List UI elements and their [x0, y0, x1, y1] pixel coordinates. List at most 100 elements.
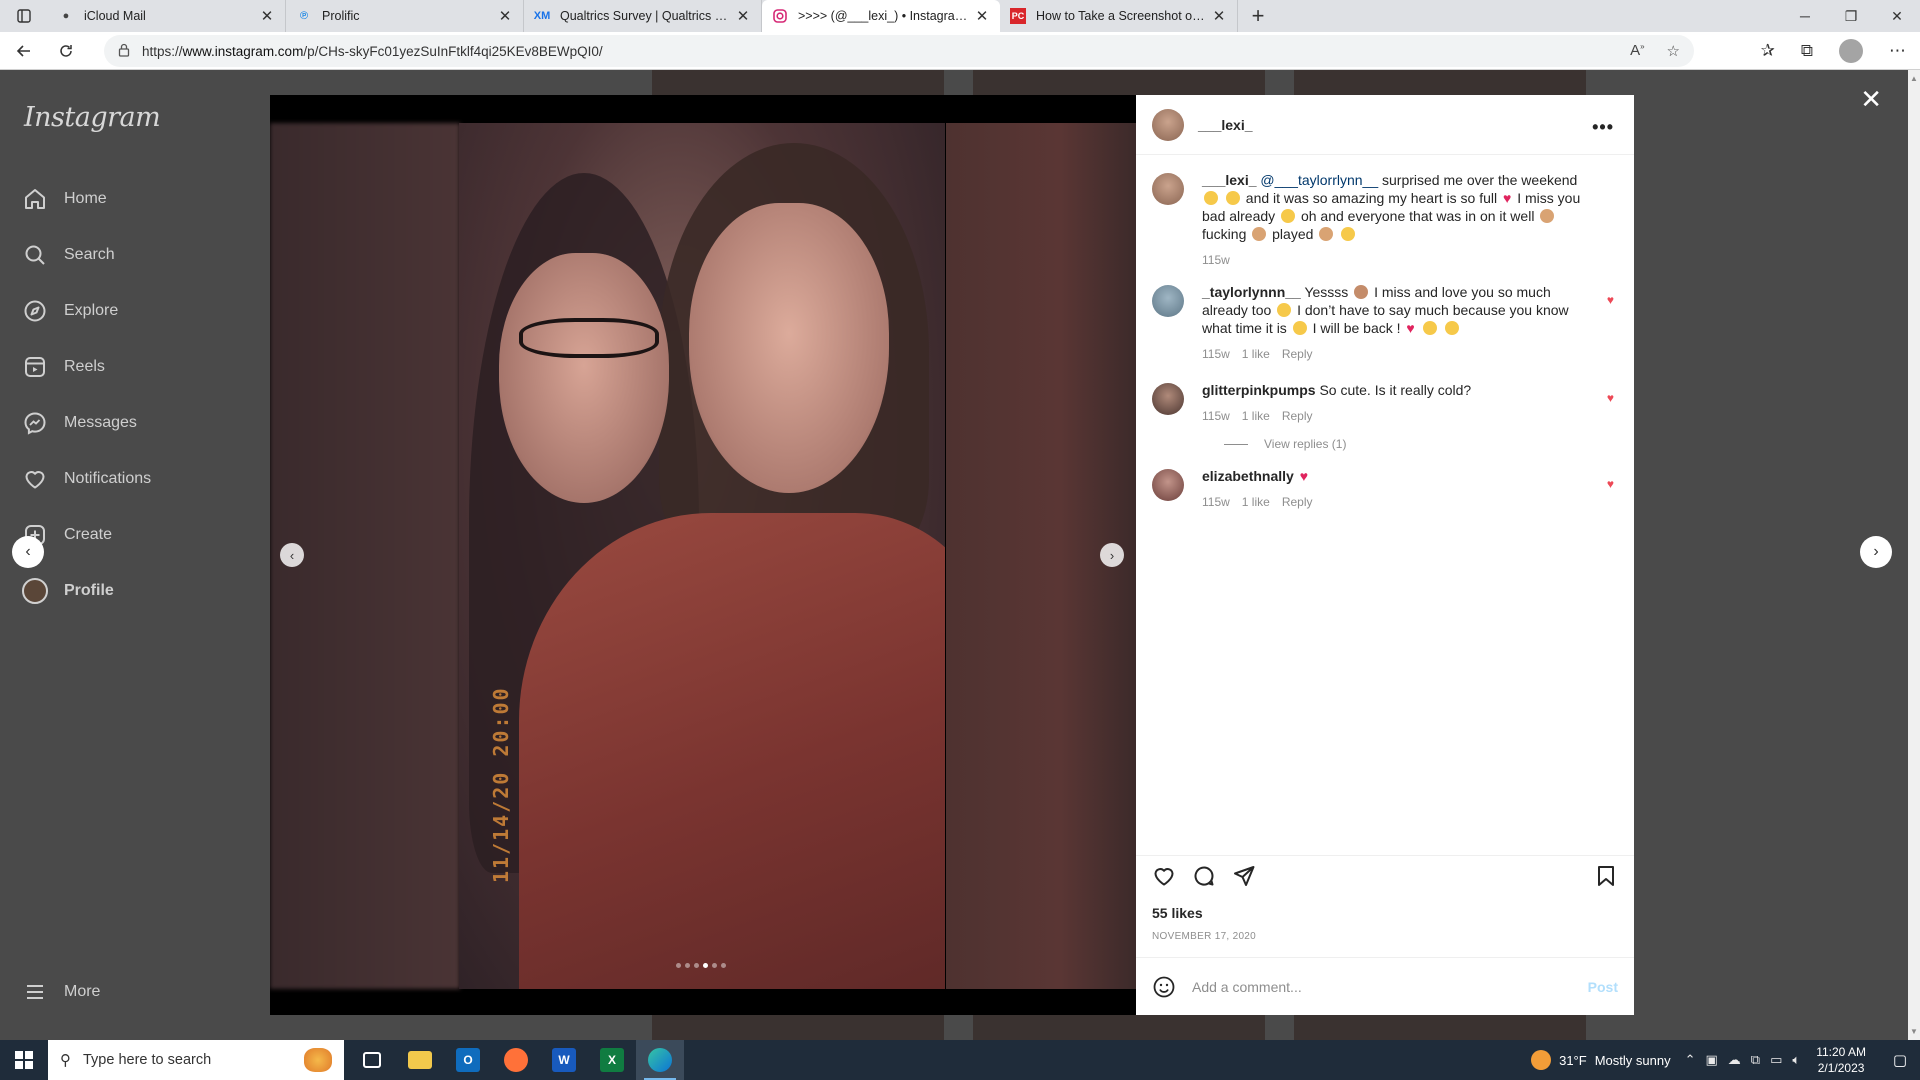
reply-button[interactable]: Reply [1282, 407, 1313, 425]
onedrive-cloud-icon[interactable]: ☁ [1728, 1052, 1741, 1068]
add-favorite-icon[interactable]: ☆ [1667, 42, 1680, 60]
comment-time[interactable]: 115w [1202, 493, 1230, 511]
post-photo[interactable]: 11/14/20 20:00 [459, 123, 945, 989]
scroll-down-icon[interactable]: ▼ [1910, 1027, 1918, 1036]
emoji-picker-icon[interactable] [1152, 975, 1176, 999]
outlook-icon[interactable]: O [444, 1040, 492, 1080]
nav-create[interactable]: Create [22, 511, 252, 559]
chevron-up-icon[interactable]: ⌃ [1685, 1052, 1696, 1068]
comment-username[interactable]: glitterpinkpumps [1202, 382, 1316, 398]
nav-reels[interactable]: Reels [22, 343, 252, 391]
nav-notifications[interactable]: Notifications [22, 455, 252, 503]
minimize-icon[interactable]: ─ [1782, 0, 1828, 32]
post-comment-button[interactable]: Post [1588, 979, 1618, 995]
previous-post-button[interactable]: ‹ [12, 536, 44, 568]
comment-likes[interactable]: 1 like [1242, 407, 1270, 425]
close-tab-icon[interactable]: ✕ [974, 7, 990, 25]
vertical-scrollbar[interactable]: ▲ ▼ [1908, 70, 1920, 1040]
firefox-icon[interactable] [492, 1040, 540, 1080]
taskbar-clock[interactable]: 11:20 AM 2/1/2023 [1816, 1044, 1866, 1076]
post-media: 11/14/20 20:00 ‹ › [270, 95, 1136, 1015]
tab-instagram[interactable]: >>>> (@___lexi_) • Instagram p ✕ [762, 0, 1000, 32]
taskbar-search-box[interactable]: ⚲ Type here to search [48, 1040, 344, 1080]
comment-time[interactable]: 115w [1202, 345, 1230, 363]
reply-button[interactable]: Reply [1282, 345, 1313, 363]
network-icon[interactable]: ▭ [1770, 1052, 1782, 1068]
next-post-button[interactable]: › [1860, 536, 1892, 568]
author-avatar[interactable] [1152, 108, 1184, 141]
caption-mention[interactable]: @___taylorrlynn__ [1260, 172, 1378, 188]
close-tab-icon[interactable]: ✕ [497, 7, 513, 25]
tab-prolific[interactable]: ℗ Prolific ✕ [286, 0, 524, 32]
commenter-avatar[interactable] [1152, 469, 1184, 501]
caption-username[interactable]: ___lexi_ [1202, 172, 1257, 188]
close-modal-icon[interactable]: ✕ [1860, 84, 1882, 115]
comment-like-heart-icon[interactable]: ♥ [1607, 293, 1614, 307]
author-username[interactable]: ___lexi_ [1198, 117, 1253, 133]
close-tab-icon[interactable]: ✕ [735, 7, 751, 25]
like-heart-icon[interactable] [1152, 864, 1176, 888]
tab-pcmag[interactable]: PC How to Take a Screenshot on An ✕ [1000, 0, 1238, 32]
comment-likes[interactable]: 1 like [1242, 345, 1270, 363]
comment-bubble-icon[interactable] [1192, 864, 1216, 888]
favorites-icon[interactable]: ✰ [1761, 41, 1775, 61]
refresh-icon[interactable] [48, 35, 84, 67]
reply-button[interactable]: Reply [1282, 493, 1313, 511]
post-date[interactable]: NOVEMBER 17, 2020 [1152, 931, 1256, 942]
back-icon[interactable] [6, 35, 42, 67]
view-replies-button[interactable]: View replies (1) [1224, 437, 1618, 451]
more-options-icon[interactable]: ••• [1592, 117, 1614, 138]
read-aloud-icon[interactable]: A» [1630, 42, 1644, 60]
display-icon[interactable]: ⧉ [1751, 1052, 1760, 1068]
word-icon[interactable]: W [540, 1040, 588, 1080]
comment-time[interactable]: 115w [1202, 407, 1230, 425]
weather-widget[interactable]: 31°F Mostly sunny [1531, 1050, 1671, 1070]
settings-more-icon[interactable]: ⋯ [1889, 41, 1906, 61]
bookmark-icon[interactable] [1594, 864, 1618, 888]
carousel-previous-button[interactable]: ‹ [280, 543, 304, 567]
restore-icon[interactable]: ❐ [1828, 0, 1874, 32]
messenger-icon [22, 410, 48, 436]
likes-count[interactable]: 55 likes [1152, 905, 1203, 921]
url-field[interactable]: https://www.instagram.com/p/CHs-skyFc01y… [104, 35, 1694, 67]
comment-username[interactable]: elizabethnally [1202, 468, 1294, 484]
instagram-logo[interactable]: Instagram [24, 102, 161, 133]
commenter-avatar[interactable] [1152, 383, 1184, 415]
close-tab-icon[interactable]: ✕ [259, 7, 275, 25]
volume-icon[interactable]: 🔈︎ [1792, 1052, 1800, 1068]
edge-icon[interactable] [636, 1040, 684, 1080]
file-explorer-icon[interactable] [396, 1040, 444, 1080]
comment-username[interactable]: _taylorlynnn__ [1202, 284, 1301, 300]
nav-messages[interactable]: Messages [22, 399, 252, 447]
caption-time[interactable]: 115w [1202, 251, 1230, 269]
nav-more[interactable]: More [22, 968, 252, 1016]
post-actions [1136, 855, 1634, 895]
carousel-next-button[interactable]: › [1100, 543, 1124, 567]
tab-actions-icon[interactable] [0, 0, 48, 32]
nav-profile[interactable]: Profile [22, 567, 252, 615]
comment-like-heart-icon[interactable]: ♥ [1607, 391, 1614, 405]
clap-emoji-icon [1252, 227, 1267, 241]
meet-now-icon[interactable]: ▣ [1705, 1052, 1717, 1068]
author-avatar[interactable] [1152, 173, 1184, 205]
close-tab-icon[interactable]: ✕ [1211, 7, 1227, 25]
notification-center-icon[interactable]: ▢ [1880, 1051, 1920, 1069]
comment-input[interactable] [1192, 978, 1588, 995]
collections-icon[interactable]: ⧉ [1801, 41, 1813, 61]
excel-icon[interactable]: X [588, 1040, 636, 1080]
comment-likes[interactable]: 1 like [1242, 493, 1270, 511]
scroll-up-icon[interactable]: ▲ [1910, 74, 1918, 83]
tab-qualtrics[interactable]: XM Qualtrics Survey | Qualtrics Exper ✕ [524, 0, 762, 32]
task-view-icon[interactable] [348, 1040, 396, 1080]
close-window-icon[interactable]: ✕ [1874, 0, 1920, 32]
nav-explore[interactable]: Explore [22, 287, 252, 335]
windows-start-icon[interactable] [0, 1040, 48, 1080]
commenter-avatar[interactable] [1152, 285, 1184, 317]
browser-profile-avatar[interactable] [1839, 39, 1863, 63]
nav-home[interactable]: Home [22, 175, 252, 223]
comment-like-heart-icon[interactable]: ♥ [1607, 477, 1614, 491]
new-tab-icon[interactable]: + [1238, 0, 1278, 32]
tab-icloud-mail[interactable]: ● iCloud Mail ✕ [48, 0, 286, 32]
nav-search[interactable]: Search [22, 231, 252, 279]
share-paper-plane-icon[interactable] [1232, 864, 1256, 888]
